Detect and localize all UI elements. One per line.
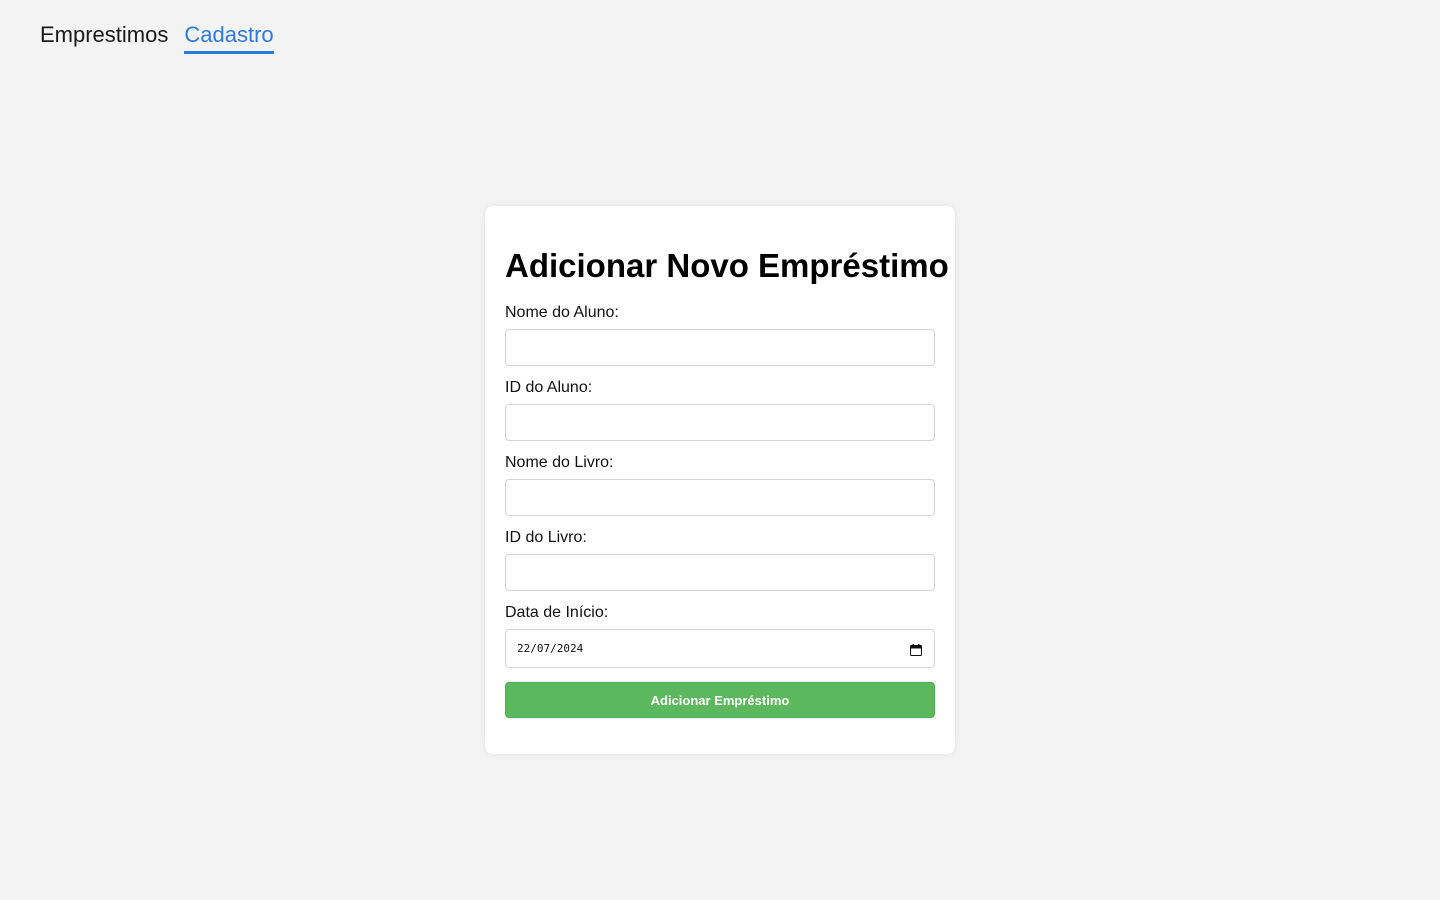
book-name-label: Nome do Livro: — [505, 454, 614, 471]
calendar-icon[interactable] — [910, 643, 922, 656]
student-name-group: Nome do Aluno: — [505, 304, 935, 366]
student-id-label: ID do Aluno: — [505, 379, 593, 396]
loan-form-card: Adicionar Novo Empréstimo Nome do Aluno:… — [485, 206, 955, 754]
start-date-value[interactable]: 22/07/2024 — [517, 642, 583, 655]
start-date-input[interactable]: 22/07/2024 — [505, 629, 935, 668]
book-id-label: ID do Livro: — [505, 529, 587, 546]
start-date-group: Data de Início: 22/07/2024 — [505, 604, 935, 668]
book-name-input[interactable] — [505, 479, 935, 516]
book-id-input[interactable] — [505, 554, 935, 591]
form-title: Adicionar Novo Empréstimo — [505, 247, 949, 284]
book-name-group: Nome do Livro: — [505, 454, 935, 516]
student-name-input[interactable] — [505, 329, 935, 366]
nav-link-cadastro[interactable]: Cadastro — [184, 20, 274, 54]
student-name-label: Nome do Aluno: — [505, 304, 619, 321]
student-id-input[interactable] — [505, 404, 935, 441]
start-date-label: Data de Início: — [505, 604, 609, 621]
nav-link-emprestimos[interactable]: Emprestimos — [40, 20, 168, 51]
book-id-group: ID do Livro: — [505, 529, 935, 591]
top-nav: Emprestimos Cadastro — [40, 20, 290, 54]
add-loan-button[interactable]: Adicionar Empréstimo — [505, 682, 935, 718]
student-id-group: ID do Aluno: — [505, 379, 935, 441]
